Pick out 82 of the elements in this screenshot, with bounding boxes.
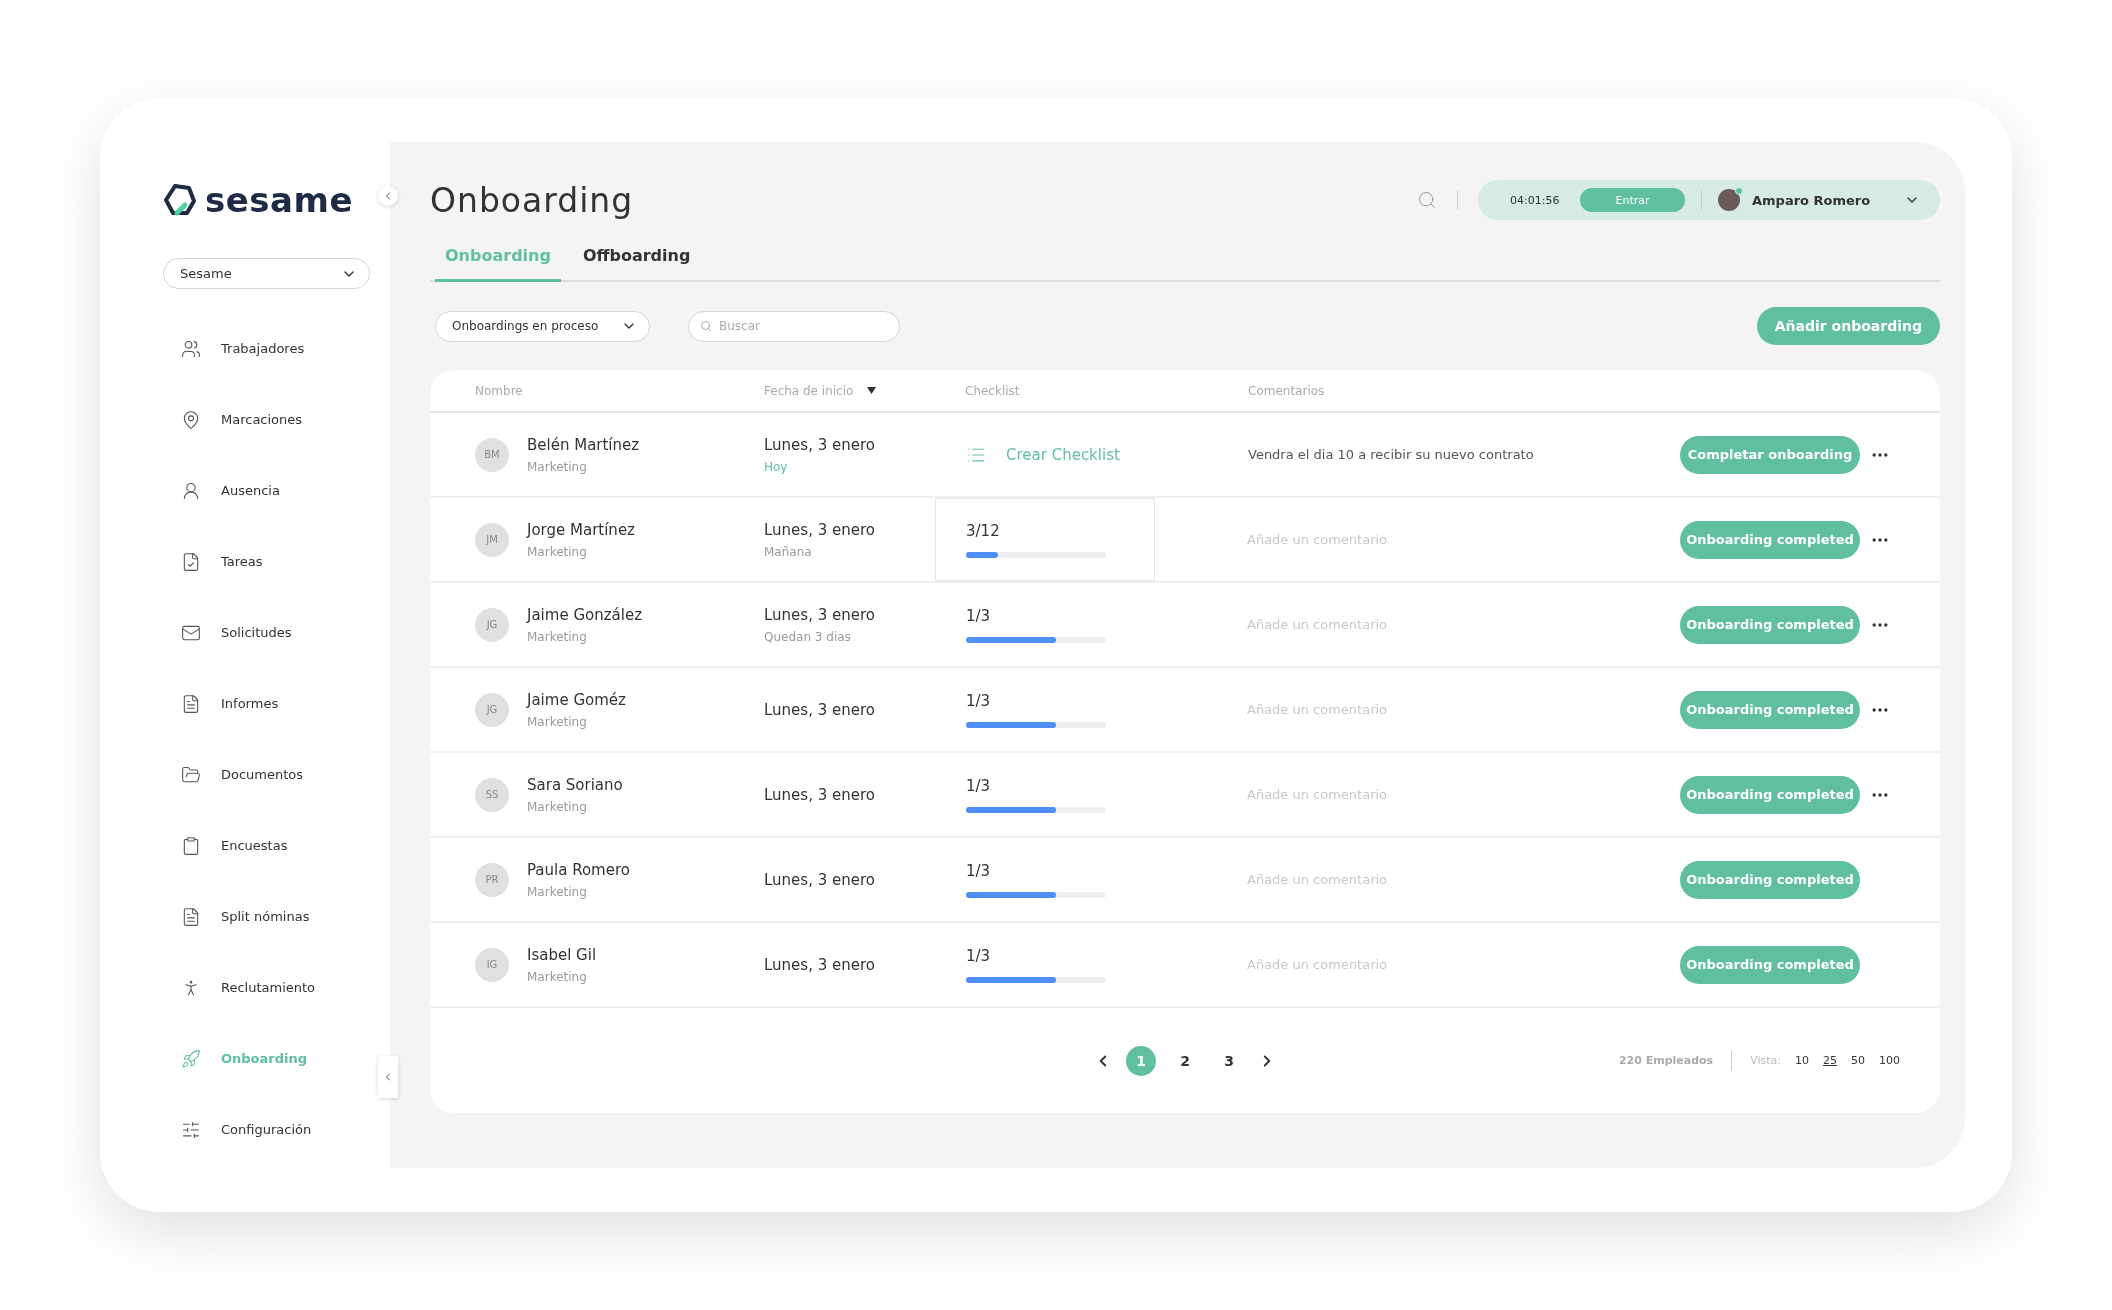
nav-item[interactable]: Trabajadores — [163, 313, 353, 384]
checklist-count: 1/3 — [966, 691, 992, 710]
nav-icon — [181, 409, 201, 430]
nav-icon — [181, 480, 201, 501]
page-size-option[interactable]: 25 — [1823, 1054, 1837, 1067]
column-header: Nombre — [475, 383, 523, 398]
start-date: Lunes, 3 enero — [764, 435, 876, 454]
employee-name: Jaime González — [527, 605, 643, 624]
nav-icon — [181, 693, 201, 714]
logo-icon — [163, 183, 197, 217]
page-size-option[interactable]: 50 — [1851, 1054, 1865, 1067]
initials-avatar: JM — [475, 522, 509, 557]
checklist-count: 3/12 — [966, 521, 1001, 540]
column-header: Checklist — [965, 383, 1020, 398]
initials-avatar: IG — [475, 947, 509, 982]
comment-text: Vendra el dia 10 a recibir su nuevo contrato — [1247, 446, 1535, 464]
nav-icon — [181, 338, 201, 359]
initials-avatar: PR — [475, 862, 509, 897]
online-dot-icon — [1735, 187, 1743, 195]
employee-name: Isabel Gil — [527, 945, 597, 964]
nav-icon — [181, 835, 201, 856]
page-title: Onboarding — [430, 180, 635, 220]
nav-item[interactable]: Documentos — [163, 739, 353, 810]
nav-item[interactable]: Reclutamiento — [163, 952, 353, 1023]
page-number[interactable]: 3 — [1214, 1045, 1244, 1076]
employee-name: Sara Soriano — [527, 775, 623, 794]
department: Marketing — [527, 714, 588, 729]
initials-avatar: BM — [475, 437, 509, 472]
start-date: Lunes, 3 enero — [764, 700, 876, 719]
date-note: Mañana — [764, 544, 813, 559]
checklist-count: 1/3 — [966, 946, 992, 965]
employee-name: Paula Romero — [527, 860, 630, 879]
logo-text: sesame — [205, 180, 353, 220]
department: Marketing — [527, 459, 588, 474]
nav-item[interactable]: Solicitudes — [163, 597, 353, 668]
employee-name: Jaime Goméz — [527, 690, 626, 709]
date-note: Hoy — [764, 459, 789, 474]
nav-item[interactable]: Tareas — [163, 526, 353, 597]
nav-icon — [181, 906, 201, 927]
view-label: Vista: — [1750, 1054, 1781, 1067]
nav-item[interactable]: Encuestas — [163, 810, 353, 881]
page-number[interactable]: 2 — [1170, 1045, 1200, 1076]
user-name[interactable]: Amparo Romero — [1752, 192, 1904, 208]
date-note: Quedan 3 dias — [764, 629, 852, 644]
employee-name: Jorge Martínez — [527, 520, 635, 539]
nav-item[interactable]: Marcaciones — [163, 384, 353, 455]
employee-name: Belén Martínez — [527, 435, 640, 454]
clock-time: 04:01:56 — [1510, 193, 1561, 207]
page-size-option[interactable]: 10 — [1795, 1054, 1809, 1067]
nav-icon — [181, 1048, 201, 1069]
nav-icon — [181, 764, 201, 785]
sort-down-icon[interactable] — [867, 387, 877, 394]
search-field[interactable]: Buscar — [688, 310, 900, 342]
start-date: Lunes, 3 enero — [764, 785, 876, 804]
department: Marketing — [527, 969, 588, 984]
nav-item[interactable]: Split nóminas — [163, 881, 353, 952]
employee-total: 220 Empleados — [1618, 1054, 1714, 1067]
start-date: Lunes, 3 enero — [764, 870, 876, 889]
nav-item[interactable]: Informes — [163, 668, 353, 739]
department: Marketing — [527, 799, 588, 814]
page-size-option[interactable]: 100 — [1879, 1054, 1900, 1067]
search-icon — [700, 320, 712, 332]
nav-item[interactable]: Ausencia — [163, 455, 353, 526]
checklist-count: 1/3 — [966, 606, 992, 625]
initials-avatar: JG — [475, 692, 509, 727]
initials-avatar: JG — [475, 607, 509, 642]
start-date: Lunes, 3 enero — [764, 605, 876, 624]
start-date: Lunes, 3 enero — [764, 955, 876, 974]
department: Marketing — [527, 629, 588, 644]
start-date: Lunes, 3 enero — [764, 520, 876, 539]
status-select[interactable]: Onboardings en proceso — [435, 310, 650, 342]
initials-avatar: SS — [475, 777, 509, 812]
company-select[interactable]: Sesame — [163, 258, 370, 289]
nav-item[interactable]: Configuración — [163, 1094, 353, 1165]
checklist-count: 1/3 — [966, 776, 992, 795]
checklist-count: 1/3 — [966, 861, 992, 880]
nav-icon — [181, 1119, 201, 1140]
department: Marketing — [527, 884, 588, 899]
nav-icon — [181, 551, 201, 572]
tab[interactable]: Offboarding — [572, 238, 701, 282]
department: Marketing — [527, 544, 588, 559]
column-header: Comentarios — [1248, 383, 1325, 398]
